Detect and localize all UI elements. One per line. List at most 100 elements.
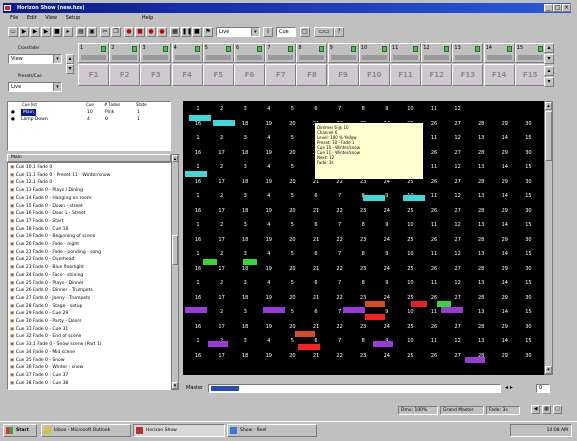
channel-cell[interactable]: 11 [423, 338, 445, 344]
channel-cell[interactable]: 11 [423, 135, 445, 141]
stop-icon[interactable]: ■ [52, 27, 62, 37]
close-button[interactable]: × [562, 4, 571, 12]
channel-cell[interactable]: 12 [447, 338, 469, 344]
channel-cell[interactable]: 16 [187, 179, 209, 185]
channel-cell[interactable]: 14 [494, 193, 516, 199]
channel-cell[interactable]: 5 [281, 251, 303, 257]
channel-cell[interactable]: 13 [470, 309, 492, 315]
channel-cell[interactable]: 3 [234, 251, 256, 257]
channel-cell[interactable]: 16 [187, 266, 209, 272]
channel-cell[interactable]: 17 [211, 324, 233, 330]
channel-cell[interactable]: 26 [423, 150, 445, 156]
channel-cell[interactable]: 18 [234, 150, 256, 156]
channel-cell[interactable]: 30 [517, 208, 539, 214]
table-row[interactable]: ● Lamp Down 4 0 1 [9, 116, 169, 123]
channel-cell[interactable]: 4 [258, 135, 280, 141]
channel-cell[interactable]: 26 [423, 266, 445, 272]
list-item[interactable]: ▣ Cue 34 Fade 0 - Mid scene [10, 349, 170, 357]
maximize-button[interactable]: □ [553, 4, 562, 12]
list-item[interactable]: ▣ Cue 24 Fade 0 - Face - shining [10, 272, 170, 280]
master-slider[interactable] [208, 384, 501, 393]
channel-cell[interactable]: 17 [211, 266, 233, 272]
channel-cell[interactable]: 16 [187, 324, 209, 330]
list-item[interactable]: ▣ Cue 10.1 Fade 0 [10, 164, 170, 172]
list-item[interactable]: ▣ Cue 19 Fade 0 - Beginning of scene [10, 233, 170, 241]
channel-cell[interactable]: 23 [352, 237, 374, 243]
channel-cell[interactable]: 23 [352, 266, 374, 272]
record-icon[interactable]: ● [124, 27, 134, 37]
channel-cell[interactable]: 26 [423, 324, 445, 330]
channel-cell[interactable]: 18 [234, 208, 256, 214]
scroll-down-icon[interactable]: ▾ [172, 382, 178, 389]
channel-cell[interactable]: 7 [329, 222, 351, 228]
channel-cell[interactable]: 28 [470, 121, 492, 127]
channel-cell[interactable]: 20 [281, 121, 303, 127]
channel-cell[interactable]: 29 [494, 266, 516, 272]
cue-select[interactable]: Cue [276, 27, 296, 37]
channel-cell[interactable]: 26 [423, 353, 445, 359]
channel-cell[interactable]: 18 [234, 295, 256, 301]
channel-cell[interactable]: 20 [281, 295, 303, 301]
channel-cell[interactable]: 10 [399, 338, 421, 344]
channel-cell[interactable]: 26 [423, 295, 445, 301]
function-key[interactable]: F11 [390, 64, 421, 86]
channel-cell[interactable]: 30 [517, 121, 539, 127]
channel-cell[interactable]: 21 [305, 353, 327, 359]
channel-cell[interactable]: 12 [447, 106, 469, 112]
channel-cell[interactable]: 17 [211, 208, 233, 214]
channel-cell[interactable]: 13 [470, 251, 492, 257]
channel-cell[interactable]: 30 [517, 266, 539, 272]
menu-edit[interactable]: Edit [27, 15, 37, 21]
monitor-icon[interactable]: ▢ [300, 27, 310, 37]
channel-cell[interactable]: 1 [187, 280, 209, 286]
channel-cell[interactable]: 15 [517, 222, 539, 228]
function-key[interactable]: F10 [358, 64, 390, 86]
pause-icon[interactable]: ❚❚ [181, 27, 192, 37]
save-icon[interactable]: ▣ [87, 27, 97, 37]
function-key[interactable]: F8 [296, 64, 328, 86]
cut-icon[interactable]: ✂ [100, 27, 110, 37]
function-key[interactable]: F5 [202, 64, 234, 86]
channel-cell[interactable]: 24 [376, 353, 398, 359]
channel-cell[interactable]: 9 [376, 222, 398, 228]
channel-cell[interactable]: 19 [258, 237, 280, 243]
channel-cell[interactable]: 14 [494, 135, 516, 141]
channel-cell[interactable]: 23 [352, 353, 374, 359]
channel-cell[interactable]: 30 [517, 179, 539, 185]
channel-cell[interactable]: 16 [187, 295, 209, 301]
channel-cell[interactable]: 5 [281, 222, 303, 228]
channel-cell[interactable]: 15 [517, 135, 539, 141]
channel-cell[interactable]: 2 [211, 251, 233, 257]
channel-fader[interactable]: 4 [171, 43, 203, 63]
scroll-thumb[interactable] [545, 111, 552, 161]
channel-cell[interactable]: 13 [470, 280, 492, 286]
channel-grid[interactable]: 1234567891011121617181920212223242526272… [183, 101, 544, 375]
channel-fader[interactable]: 1 [78, 43, 109, 63]
channel-cell[interactable]: 6 [305, 106, 327, 112]
list-item[interactable]: ▣ Cue 29 Fade 0 - Cue 29 [10, 310, 170, 318]
arrow-up-icon[interactable]: ▴ [66, 54, 74, 64]
channel-cell[interactable]: 25 [399, 266, 421, 272]
function-key[interactable]: F15 [514, 64, 546, 86]
speaker-icon[interactable]: ◀ [531, 405, 540, 414]
list-item[interactable]: ▣ Cue 36 Fade 0 - Winter - snow [10, 364, 170, 372]
channel-cell[interactable]: 30 [517, 150, 539, 156]
channel-cell[interactable]: 26 [423, 179, 445, 185]
record-icon[interactable]: ● [157, 27, 167, 37]
channel-cell[interactable]: 29 [494, 150, 516, 156]
function-key[interactable]: F3 [140, 64, 172, 86]
channel-cell[interactable]: 29 [494, 179, 516, 185]
channel-cell[interactable]: 7 [329, 106, 351, 112]
channel-cell[interactable]: 5 [281, 193, 303, 199]
channel-cell[interactable]: 8 [352, 251, 374, 257]
channel-cell[interactable]: 11 [423, 251, 445, 257]
channel-fader[interactable]: 13 [452, 43, 484, 63]
channel-cell[interactable]: 20 [281, 150, 303, 156]
channel-cell[interactable]: 8 [352, 106, 374, 112]
channel-fader[interactable]: 10 [358, 43, 390, 63]
channel-cell[interactable]: 3 [234, 338, 256, 344]
channel-cell[interactable]: 11 [423, 106, 445, 112]
channel-cell[interactable]: 3 [234, 193, 256, 199]
channel-cell[interactable]: 4 [258, 222, 280, 228]
scroll-up-icon[interactable]: ▴ [172, 155, 178, 162]
